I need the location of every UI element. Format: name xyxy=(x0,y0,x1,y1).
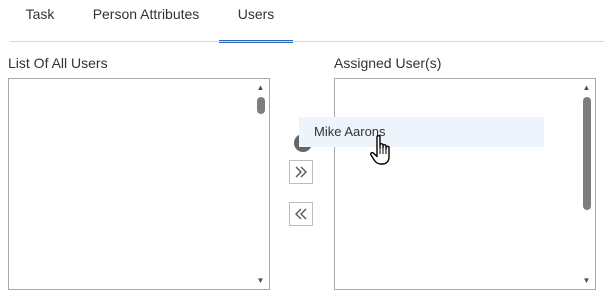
tab-users[interactable]: Users xyxy=(219,0,293,43)
assigned-users-listbox[interactable]: ▲ ▼ xyxy=(334,78,596,290)
all-users-scroll-thumb[interactable] xyxy=(257,97,265,114)
scroll-down-arrow-icon[interactable]: ▼ xyxy=(252,273,269,288)
scroll-up-arrow-icon[interactable]: ▲ xyxy=(252,80,269,95)
tab-divider xyxy=(10,41,604,42)
dragged-user-item[interactable]: Mike Aarons xyxy=(299,117,544,147)
double-chevron-right-icon xyxy=(295,166,307,178)
hand-pointer-icon xyxy=(370,135,390,165)
tab-task[interactable]: Task xyxy=(16,0,64,41)
unassign-user-button[interactable] xyxy=(289,202,313,226)
all-users-scrollbar[interactable]: ▲ ▼ xyxy=(252,79,269,289)
assigned-users-label: Assigned User(s) xyxy=(334,55,442,71)
all-users-label: List Of All Users xyxy=(8,55,108,71)
assigned-users-scroll-thumb[interactable] xyxy=(583,97,591,210)
scroll-up-arrow-icon[interactable]: ▲ xyxy=(578,80,595,95)
assigned-users-scrollbar[interactable]: ▲ ▼ xyxy=(578,79,595,289)
double-chevron-left-icon xyxy=(295,208,307,220)
assign-user-button[interactable] xyxy=(289,160,313,184)
scroll-down-arrow-icon[interactable]: ▼ xyxy=(578,273,595,288)
tab-person-attributes[interactable]: Person Attributes xyxy=(82,0,210,41)
tab-bar: Task Person Attributes Users xyxy=(0,0,604,43)
all-users-listbox[interactable]: ▲ ▼ xyxy=(8,78,270,290)
